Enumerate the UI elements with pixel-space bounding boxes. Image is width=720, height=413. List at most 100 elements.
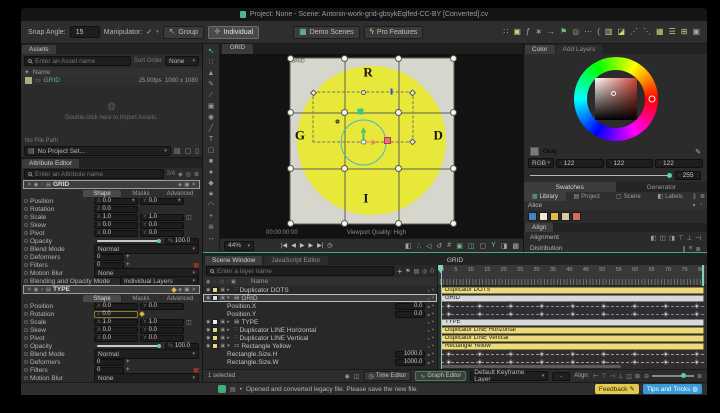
tab-shape[interactable]: Shape: [83, 190, 121, 197]
property-value-field[interactable]: 0.0: [395, 303, 425, 310]
pin-icon[interactable]: ◈: [178, 287, 182, 293]
dot-handle[interactable]: [341, 165, 348, 172]
track-bar[interactable]: Rectangle Yellow: [441, 343, 704, 350]
pivot-y-field[interactable]: Y0.0: [140, 335, 184, 342]
saturation-value-square[interactable]: [595, 78, 637, 120]
align-center-h-icon[interactable]: ◫: [660, 234, 666, 242]
row-options-icon[interactable]: ▾: [432, 295, 434, 301]
tips-and-tricks-button[interactable]: Tips and Tricks◍: [643, 384, 702, 394]
step-back-icon[interactable]: ◀: [291, 242, 296, 249]
align-bottom-icon[interactable]: ⊣: [695, 234, 701, 242]
scale-x-field[interactable]: X1.0: [94, 214, 138, 221]
viewport[interactable]: GRID GRID R G D I: [220, 44, 523, 252]
kf-align-grid-icon[interactable]: ⊞: [635, 373, 640, 380]
asset-search-input[interactable]: [35, 58, 127, 65]
dot-handle[interactable]: [395, 220, 402, 227]
attr-toggle[interactable]: [24, 336, 28, 340]
tab-advanced[interactable]: Advanced: [161, 190, 199, 197]
attr-toggle[interactable]: [24, 360, 28, 364]
collapse-group-icon[interactable]: ▾: [692, 202, 695, 209]
layer-search-field[interactable]: [206, 266, 394, 276]
timeline-scrollbar[interactable]: [441, 365, 621, 368]
dot-handle[interactable]: [450, 220, 457, 227]
attr-toggle[interactable]: [24, 215, 28, 219]
name-column-header[interactable]: Name: [251, 278, 268, 285]
layer-row[interactable]: ◉ ▣ ▾ ▭ Rectangle Yellow ● ▾: [203, 342, 437, 350]
row-options-icon[interactable]: ▾: [432, 319, 434, 325]
attr-toggle[interactable]: [24, 328, 28, 332]
render-flag-icon[interactable]: ▣: [220, 343, 225, 349]
solo-icon[interactable]: ○: [40, 287, 43, 293]
position-y-field[interactable]: Y0.0+: [140, 198, 184, 205]
layer-row[interactable]: ◉ ▣ Rectangle.Size.H 1000.0 ● ▾: [203, 350, 437, 358]
eye-icon[interactable]: ◉: [34, 287, 39, 293]
solo-icon[interactable]: ○: [40, 182, 43, 188]
layer-row[interactable]: ◉ ▣ ▾ ▤ GRID ● ▾: [203, 294, 437, 302]
color-wheel-area[interactable]: [524, 54, 707, 146]
visibility-icon[interactable]: ◉: [206, 287, 210, 293]
add-layer-button[interactable]: +: [397, 267, 402, 276]
color-swatch[interactable]: [528, 212, 537, 221]
filter-attributes-icon[interactable]: ◈: [178, 171, 183, 178]
row-options-icon[interactable]: ▾: [432, 359, 434, 365]
track-bar[interactable]: [441, 303, 704, 310]
track-bar[interactable]: [441, 311, 704, 318]
dot-handle[interactable]: [395, 55, 402, 62]
expand-caret-icon[interactable]: ▸: [227, 335, 232, 341]
layer-color-swatch[interactable]: [212, 335, 218, 341]
row-options-icon[interactable]: ▾: [432, 335, 434, 341]
dot-handle[interactable]: [287, 55, 294, 62]
asset-search-field[interactable]: [24, 56, 131, 66]
position-x-field[interactable]: X0.0: [94, 303, 138, 310]
attr-toggle[interactable]: [24, 199, 28, 203]
dot-handle[interactable]: [395, 109, 402, 116]
layer-name[interactable]: GRID: [241, 295, 425, 302]
track-bar[interactable]: TYPE: [441, 319, 704, 326]
layer-color-swatch[interactable]: [212, 343, 218, 349]
blue-field[interactable]: ‹122: [655, 159, 703, 168]
color-swatch[interactable]: [561, 212, 570, 221]
graph-editor-button[interactable]: ∿Graph Editor: [415, 371, 466, 381]
layer-name[interactable]: Rectangle.Size.W: [227, 359, 393, 366]
close-icon[interactable]: ✕: [191, 182, 196, 188]
close-icon[interactable]: ✕: [191, 287, 196, 293]
property-value-field[interactable]: 1000.0: [395, 351, 425, 358]
layer-row[interactable]: ◉ ▣ Position.X 0.0 ● ▾: [203, 302, 437, 310]
asset-swatch[interactable]: [25, 77, 32, 84]
layer-row[interactable]: ◉ ▣ ▸ ∷ Duplicator DOTS ● ▾: [203, 286, 437, 294]
attr-toggle[interactable]: [24, 263, 28, 267]
eye-icon[interactable]: ◉: [34, 182, 39, 188]
visibility-icon[interactable]: ◉: [206, 319, 210, 325]
skew-y-field[interactable]: Y0.0: [140, 327, 184, 334]
attr-toggle[interactable]: [24, 344, 28, 348]
blend-mode-select[interactable]: Normal▾: [94, 349, 199, 359]
time-editor-button[interactable]: ◷Time Editor: [364, 371, 412, 381]
keyframe-value-field[interactable]: -: [552, 372, 570, 381]
color-swatch[interactable]: [572, 212, 581, 221]
pivot-x-field[interactable]: X0.0: [94, 335, 138, 342]
render-flag-icon[interactable]: ▣: [220, 327, 225, 333]
tab-scene-window[interactable]: Scene Window: [205, 256, 262, 265]
render-flag-icon[interactable]: ▣: [220, 287, 225, 293]
row-options-icon[interactable]: ▾: [432, 343, 434, 349]
step-forward-icon[interactable]: ▶: [308, 242, 313, 249]
property-value-field[interactable]: 1000.0: [395, 359, 425, 366]
tab-javascript-editor[interactable]: JavaScript Editor: [264, 256, 327, 265]
visibility-icon[interactable]: ◉: [206, 335, 210, 341]
swatch-group-name[interactable]: Alice: [528, 202, 542, 209]
align-left-icon[interactable]: ◧: [651, 234, 657, 242]
dot-handle[interactable]: [287, 165, 294, 172]
property-value-field[interactable]: 0.0: [395, 311, 425, 318]
individual-button[interactable]: ✛Individual: [208, 26, 259, 39]
dot-handle[interactable]: [287, 220, 294, 227]
tab-advanced[interactable]: Advanced: [161, 295, 199, 302]
attr-toggle[interactable]: [24, 304, 28, 308]
snap-angle-field[interactable]: [70, 26, 100, 38]
snap-keyframes-icon[interactable]: ◫: [354, 373, 360, 380]
keyframe-line[interactable]: [441, 311, 704, 318]
keyframe-dot-icon[interactable]: ●: [427, 352, 429, 357]
row-options-icon[interactable]: ▾: [432, 303, 434, 309]
asset-name[interactable]: GRID: [44, 77, 60, 84]
link-scale-icon[interactable]: ◫: [186, 214, 192, 221]
green-field[interactable]: ‹122: [606, 159, 654, 168]
